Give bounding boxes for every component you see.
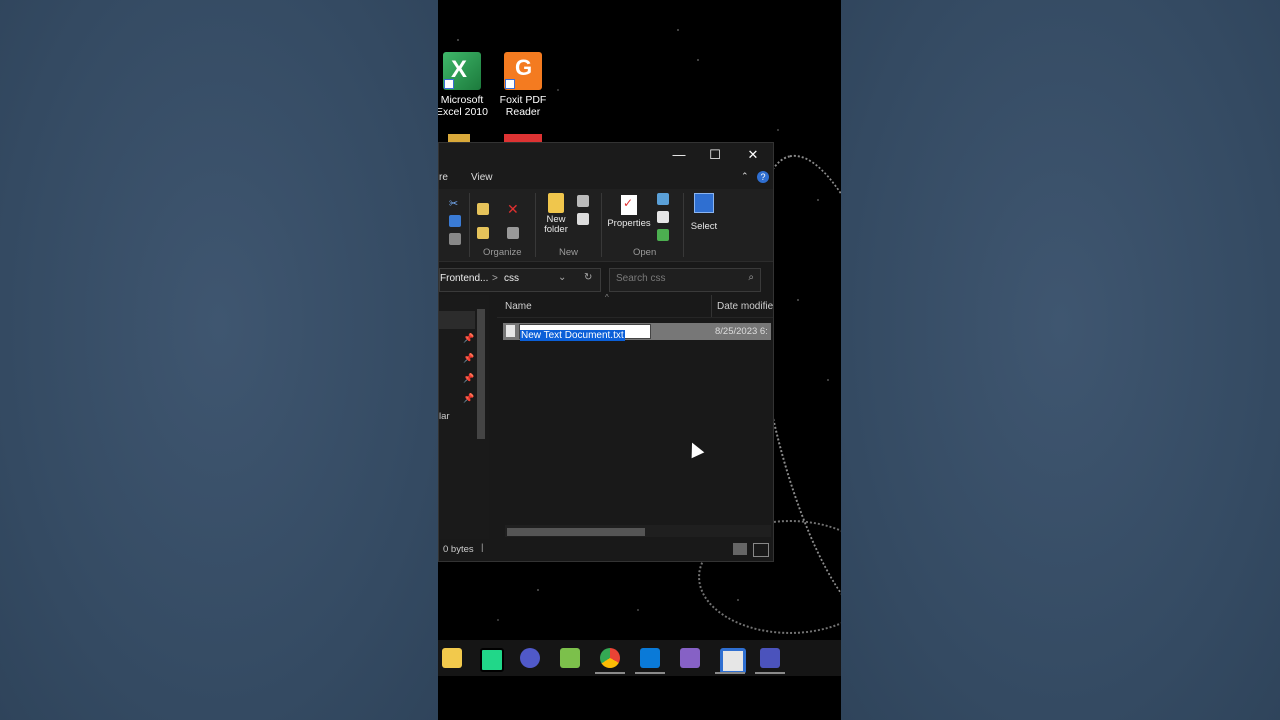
desktop-icon-foxit[interactable]: G Foxit PDF Reader (490, 52, 556, 118)
partial-desktop-icon (504, 134, 542, 142)
scrollbar-thumb[interactable] (477, 309, 485, 439)
tab-view[interactable]: View (471, 172, 493, 183)
rename-icon[interactable] (507, 227, 519, 239)
pin-icon: 📌 (463, 393, 475, 403)
tab-share[interactable]: re (439, 172, 448, 183)
ribbon-tabs: re View ⌃ ? (439, 167, 773, 189)
address-bar[interactable]: Frontend... > css ⌄ ↻ (439, 268, 601, 292)
screen-recording: X Microsoft Excel 2010 G Foxit PDF Reade… (438, 0, 841, 720)
desktop-icon-excel[interactable]: X Microsoft Excel 2010 (438, 52, 495, 118)
nav-item-selected[interactable] (439, 311, 475, 329)
select-label: Select (690, 221, 718, 232)
help-icon[interactable]: ? (757, 171, 769, 183)
new-item-icon[interactable] (577, 195, 589, 207)
file-list: Name ^ Date modifie New Text Document.tx… (497, 293, 773, 539)
pin-icon: 📌 (463, 373, 475, 383)
easy-access-icon[interactable] (577, 213, 589, 225)
desktop-icon-label: Microsoft Excel 2010 (438, 94, 488, 118)
text-file-icon (506, 325, 515, 337)
properties-button[interactable]: ✓ Properties (607, 195, 651, 229)
properties-label: Properties (607, 218, 651, 229)
pin-icon: 📌 (463, 333, 475, 343)
move-to-icon[interactable] (477, 203, 489, 215)
status-size: 0 bytes (443, 544, 474, 555)
excel-icon: X (443, 52, 481, 90)
breadcrumb-current[interactable]: css (504, 273, 519, 284)
notepad-plus-icon[interactable] (560, 648, 580, 668)
column-header-name[interactable]: Name (505, 301, 532, 312)
ribbon: ✂ ✕ Organize New folder New ✓ Properties… (439, 189, 773, 262)
refresh-icon[interactable]: ↻ (584, 272, 592, 283)
file-explorer-window: — ☐ ✕ re View ⌃ ? ✂ ✕ Organize New folde… (438, 142, 774, 562)
rename-input[interactable]: New Text Document.txt (519, 324, 651, 341)
address-row: Frontend... > css ⌄ ↻ Search css ⌕ (439, 262, 773, 296)
desktop-icon-label: Foxit PDF Reader (499, 94, 547, 118)
minimize-button[interactable]: — (665, 145, 693, 165)
copy-path-icon[interactable] (449, 215, 461, 227)
new-folder-label: New folder (544, 214, 568, 235)
paste-shortcut-icon[interactable] (449, 233, 461, 245)
scrollbar-thumb[interactable] (507, 528, 645, 536)
taskbar (438, 640, 841, 676)
app-window-icon[interactable] (720, 648, 746, 674)
group-label-new: New (559, 247, 579, 258)
maximize-button[interactable]: ☐ (701, 145, 729, 165)
nav-item-partial[interactable]: lar (439, 411, 450, 422)
breadcrumb-separator: > (492, 273, 498, 284)
close-button[interactable]: ✕ (739, 145, 767, 165)
cut-icon[interactable]: ✂ (449, 197, 461, 210)
breadcrumb-parent[interactable]: Frontend... (440, 273, 488, 284)
vscode-icon[interactable] (640, 648, 660, 668)
details-view-icon[interactable] (733, 543, 747, 555)
search-icon: ⌕ (748, 272, 754, 283)
new-folder-button[interactable]: New folder (539, 193, 573, 235)
group-label-organize: Organize (483, 247, 522, 258)
history-icon[interactable] (657, 229, 669, 241)
foxit-pdf-icon: G (504, 52, 542, 90)
title-bar: — ☐ ✕ (439, 143, 773, 167)
column-headers: Name ^ Date modifie (497, 293, 773, 318)
pin-icon: 📌 (463, 353, 475, 363)
search-input[interactable]: Search css ⌕ (609, 268, 761, 292)
visual-studio-icon[interactable] (680, 648, 700, 668)
collapse-ribbon-icon[interactable]: ⌃ (741, 171, 749, 182)
chrome-icon[interactable] (600, 648, 620, 668)
column-header-date[interactable]: Date modifie (717, 301, 773, 312)
folder-icon (548, 193, 564, 213)
status-bar: 0 bytes | (439, 539, 773, 561)
copy-to-icon[interactable] (477, 227, 489, 239)
properties-icon: ✓ (621, 195, 637, 215)
search-placeholder: Search css (616, 273, 666, 284)
file-date: 8/25/2023 6: (715, 326, 768, 337)
select-all-icon (694, 193, 714, 213)
file-row-selected[interactable]: New Text Document.txt 8/25/2023 6: (503, 323, 771, 341)
delete-icon[interactable]: ✕ (507, 201, 519, 217)
edit-icon[interactable] (657, 211, 669, 223)
large-icons-view-icon[interactable] (753, 543, 769, 557)
select-button[interactable]: Select (687, 193, 721, 232)
chevron-down-icon[interactable]: ⌄ (558, 272, 566, 283)
horizontal-scrollbar[interactable] (505, 525, 771, 537)
right-blur-background (841, 0, 1280, 720)
group-label-open: Open (633, 247, 657, 258)
partial-desktop-icon (448, 134, 470, 142)
sticky-notes-icon[interactable] (442, 648, 462, 668)
teams-icon[interactable] (520, 648, 540, 668)
open-icon[interactable] (657, 193, 669, 205)
left-blur-background (0, 0, 438, 720)
teams-work-icon[interactable] (760, 648, 780, 668)
sort-arrow-icon: ^ (605, 293, 609, 302)
pycharm-icon[interactable] (480, 648, 504, 672)
nav-scrollbar[interactable] (475, 295, 487, 539)
rename-text: New Text Document.txt (520, 330, 625, 341)
